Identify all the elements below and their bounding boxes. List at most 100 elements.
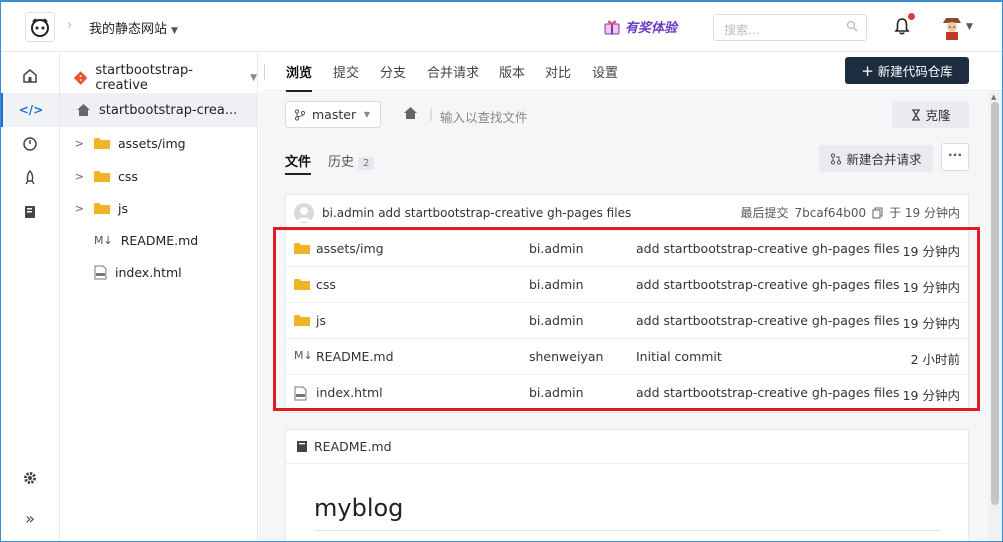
- more-actions-button[interactable]: ···: [941, 143, 969, 171]
- scrollbar[interactable]: ▲: [988, 92, 1002, 541]
- tree-node-css[interactable]: > css: [60, 161, 257, 191]
- file-list-panel: bi.admin add startbootstrap-creative gh-…: [285, 194, 969, 413]
- tab-compare[interactable]: 对比: [545, 62, 571, 81]
- file-time: 2 小时前: [910, 352, 960, 367]
- branch-selector[interactable]: master ▼: [285, 101, 381, 128]
- subtab-history[interactable]: 历史 2: [328, 151, 375, 170]
- left-rail: </> »: [1, 53, 60, 541]
- file-name[interactable]: css: [316, 277, 336, 292]
- plus-icon: +: [861, 61, 874, 80]
- file-row[interactable]: css bi.admin add startbootstrap-creative…: [286, 267, 968, 303]
- tree-node-readme[interactable]: M↓ README.md: [60, 225, 257, 255]
- file-name[interactable]: assets/img: [316, 241, 384, 256]
- file-commit-message[interactable]: add startbootstrap-creative gh-pages fil…: [636, 313, 900, 328]
- readme-title: myblog: [314, 494, 404, 522]
- main-content: master ▼ | 输入以查找文件 克隆 文件 历史 2 新建合并请求 ··· …: [259, 92, 988, 541]
- home-icon[interactable]: [403, 106, 418, 123]
- clone-button[interactable]: 克隆: [892, 101, 969, 128]
- markdown-icon: M↓: [94, 233, 113, 247]
- rail-settings[interactable]: [1, 461, 59, 495]
- search-placeholder: 搜索...: [724, 23, 760, 37]
- html-file-icon: [94, 265, 107, 280]
- branch-icon: [294, 108, 306, 121]
- caret-down-icon: ▼: [363, 110, 370, 119]
- file-commit-message[interactable]: add startbootstrap-creative gh-pages fil…: [636, 277, 900, 292]
- scroll-up-icon[interactable]: ▲: [991, 93, 996, 101]
- folder-icon: [294, 314, 310, 330]
- last-commit-label: 最后提交: [740, 206, 789, 220]
- search-input[interactable]: 搜索...: [713, 14, 867, 41]
- search-icon: [846, 20, 858, 35]
- tab-browse[interactable]: 浏览: [286, 62, 313, 92]
- gift-icon: [604, 20, 620, 34]
- new-repo-button[interactable]: + 新建代码仓库: [845, 57, 969, 84]
- file-name[interactable]: js: [316, 313, 326, 328]
- merge-icon: [831, 152, 842, 165]
- file-author: bi.admin: [529, 385, 584, 400]
- site-switcher[interactable]: 我的静态网站 ▼: [89, 18, 178, 37]
- caret-down-icon: ▼: [966, 22, 973, 32]
- gear-icon: [24, 472, 36, 484]
- new-mr-label: 新建合并请求: [846, 152, 922, 167]
- rail-deploy[interactable]: [1, 161, 59, 195]
- file-author: bi.admin: [529, 241, 584, 256]
- site-name: 我的静态网站: [89, 22, 168, 37]
- folder-icon: [94, 202, 110, 215]
- double-chevron-right-icon: »: [25, 508, 35, 528]
- tree-node-label: css: [118, 168, 138, 184]
- file-name[interactable]: README.md: [316, 349, 394, 364]
- top-bar: › 我的静态网站 ▼ 有奖体验 搜索... ▼: [1, 2, 1002, 52]
- file-name[interactable]: index.html: [316, 385, 383, 400]
- branch-name: master: [312, 107, 357, 122]
- new-merge-request-button[interactable]: 新建合并请求: [819, 145, 933, 172]
- scrollbar-thumb[interactable]: [991, 102, 999, 505]
- rail-pipeline[interactable]: [1, 127, 59, 161]
- tab-merge-requests[interactable]: 合并请求: [427, 62, 479, 81]
- file-row[interactable]: index.html bi.admin add startbootstrap-c…: [286, 375, 968, 411]
- logo-icon[interactable]: [25, 12, 55, 42]
- file-row[interactable]: js bi.admin add startbootstrap-creative …: [286, 303, 968, 339]
- tree-node-assets[interactable]: > assets/img: [60, 128, 257, 158]
- promo-link[interactable]: 有奖体验: [603, 17, 677, 36]
- tab-releases[interactable]: 版本: [499, 62, 525, 81]
- rail-home[interactable]: [1, 59, 59, 93]
- repo-switcher[interactable]: startbootstrap-creative ▼: [74, 63, 257, 93]
- tree-node-index[interactable]: index.html: [60, 257, 257, 287]
- caret-down-icon: ▼: [171, 26, 178, 36]
- commit-message[interactable]: add startbootstrap-creative gh-pages fil…: [378, 206, 631, 220]
- commit-time: 于 19 分钟内: [889, 206, 960, 220]
- file-row[interactable]: assets/img bi.admin add startbootstrap-c…: [286, 231, 968, 267]
- git-icon: [74, 71, 88, 85]
- rail-docs[interactable]: [1, 195, 59, 229]
- tree-root[interactable]: startbootstrap-crea...: [60, 93, 257, 127]
- divider: [264, 64, 265, 80]
- tree-node-label: js: [118, 200, 128, 216]
- rocket-icon: [25, 170, 35, 185]
- tab-settings[interactable]: 设置: [592, 62, 618, 81]
- file-commit-message[interactable]: Initial commit: [636, 349, 722, 364]
- divider: [314, 530, 940, 531]
- rail-expand[interactable]: »: [1, 501, 59, 535]
- rail-code[interactable]: </>: [1, 93, 59, 127]
- file-time: 19 分钟内: [902, 316, 960, 331]
- tab-commits[interactable]: 提交: [333, 62, 359, 81]
- html-file-icon: [294, 386, 307, 404]
- repo-name: startbootstrap-creative: [95, 63, 193, 93]
- tree-node-js[interactable]: > js: [60, 193, 257, 223]
- subtab-files[interactable]: 文件: [285, 151, 312, 175]
- commit-author[interactable]: bi.admin: [322, 206, 374, 220]
- tab-branches[interactable]: 分支: [380, 62, 406, 81]
- user-avatar[interactable]: [941, 14, 963, 43]
- bell-icon[interactable]: [894, 17, 910, 38]
- history-count-badge: 2: [358, 157, 375, 170]
- clone-label: 克隆: [925, 108, 951, 123]
- file-time: 19 分钟内: [902, 388, 960, 403]
- file-row[interactable]: M↓ README.md shenweiyan Initial commit 2…: [286, 339, 968, 375]
- file-commit-message[interactable]: add startbootstrap-creative gh-pages fil…: [636, 385, 900, 400]
- tree-node-label: index.html: [115, 264, 182, 280]
- file-commit-message[interactable]: add startbootstrap-creative gh-pages fil…: [636, 241, 900, 256]
- commit-hash[interactable]: 7bcaf64b00: [795, 206, 867, 220]
- find-file-input[interactable]: 输入以查找文件: [440, 107, 528, 126]
- copy-icon[interactable]: [872, 207, 883, 219]
- subtab-history-label: 历史: [328, 155, 355, 170]
